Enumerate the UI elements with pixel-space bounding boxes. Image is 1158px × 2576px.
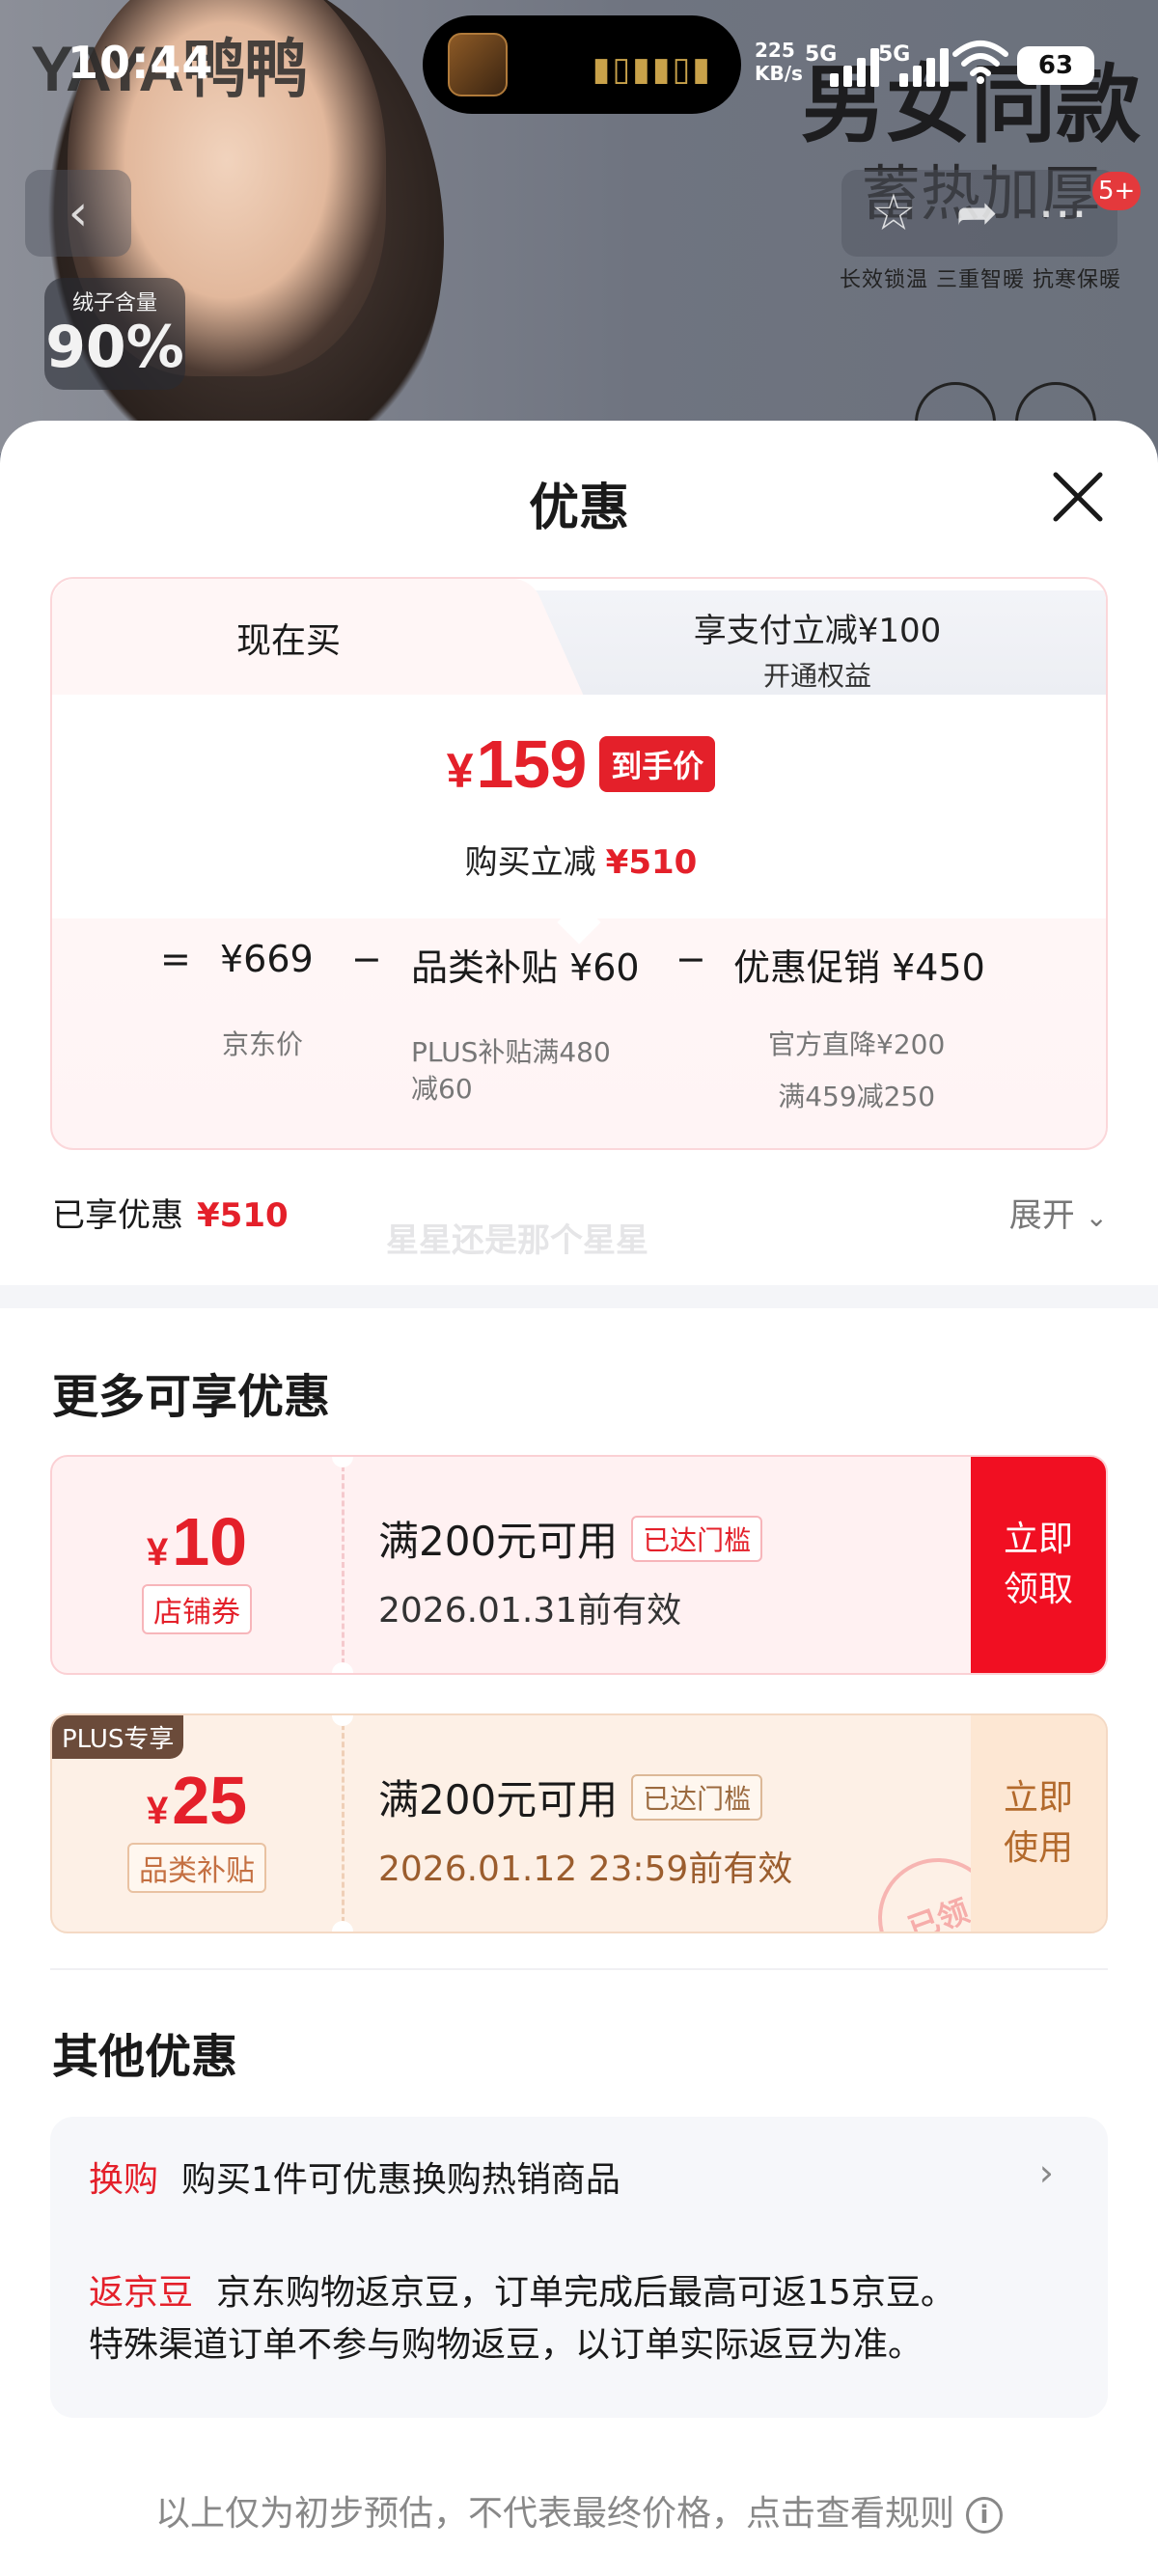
minus-sign: − xyxy=(351,938,382,980)
coupon-validity: 2026.01.31前有效 xyxy=(378,1591,682,1631)
threshold-reached-tag: 已达门槛 xyxy=(631,1773,763,1821)
status-bar: 10:44 ▮▯▮▮▯▮ 225 KB/s 5G 5G 63 xyxy=(0,0,1158,125)
info-icon[interactable]: i xyxy=(966,2497,1003,2534)
coupon-notch xyxy=(332,1921,353,1932)
tab-buy-now[interactable]: 现在买 xyxy=(52,579,525,697)
coupon-amount: ¥25 xyxy=(146,1763,248,1838)
down-content-badge: 绒子含量 90% xyxy=(44,278,185,390)
swap-text: 购买1件可优惠换购热销商品 xyxy=(181,2160,620,2200)
swap-offer-row[interactable]: 换购 购买1件可优惠换购热销商品 › xyxy=(89,2151,1073,2202)
price-calculation: = ¥669 − 品类补贴 ¥60 − 优惠促销 ¥450 京东价 PLUS补贴… xyxy=(52,938,1106,1112)
message-count-badge: 5+ xyxy=(1092,172,1142,210)
minus-sign: − xyxy=(676,938,706,980)
tab-pay-title: 享支付立减¥100 xyxy=(693,612,942,650)
coupon-type: 店铺券 xyxy=(142,1584,252,1634)
more-discounts-title: 更多可享优惠 xyxy=(52,1370,331,1424)
coupon-validity: 2026.01.12 23:59前有效 xyxy=(378,1850,793,1889)
section-divider xyxy=(0,1285,1158,1308)
price-breakdown-card: 享支付立减¥100 开通权益 现在买 ¥159 到手价 购买立减 ¥510 = ¥… xyxy=(50,577,1108,1150)
more-icon[interactable]: ⋯ xyxy=(1037,184,1088,242)
discount-sheet: 优惠 享支付立减¥100 开通权益 现在买 ¥159 到手价 购买立减 ¥510 … xyxy=(0,421,1158,2576)
other-discounts-title: 其他优惠 xyxy=(52,2030,238,2084)
coupon-type: 品类补贴 xyxy=(127,1843,266,1893)
rules-footnote[interactable]: 以上仅为初步预估，不代表最终价格，点击查看规则 i xyxy=(0,2485,1158,2535)
enjoyed-discount: 已享优惠 ¥510 xyxy=(52,1196,289,1235)
swap-tag: 换购 xyxy=(89,2160,159,2200)
wifi-icon xyxy=(952,41,1008,84)
divider xyxy=(50,1968,1108,1970)
sheet-title: 优惠 xyxy=(528,480,629,537)
reduce-summary: 购买立减 ¥510 xyxy=(464,843,698,882)
promotion-note: 官方直降¥200 满459减250 xyxy=(768,1028,946,1112)
coupon-notch xyxy=(332,1662,353,1673)
tab-pay-discount[interactable]: 享支付立减¥100 开通权益 xyxy=(525,590,1106,695)
final-price-row: ¥159 到手价 xyxy=(52,726,1106,803)
other-discounts-card: 换购 购买1件可优惠换购热销商品 › 返京豆 京东购物返京豆，订单完成后最高可返15… xyxy=(50,2117,1108,2418)
status-time: 10:44 xyxy=(68,37,214,89)
category-subsidy-note: PLUS补贴满480 减60 xyxy=(411,1036,611,1105)
use-coupon-button[interactable]: 立即 使用 xyxy=(971,1715,1106,1932)
coupon-amount: ¥10 xyxy=(146,1504,248,1579)
music-cover-icon xyxy=(448,33,508,96)
coupon-condition: 满200元可用 已达门槛 xyxy=(378,1768,763,1826)
star-icon[interactable]: ☆ xyxy=(871,184,917,242)
banner-features: 长效锁温 三重智暖 抗寒保暖 xyxy=(840,268,1121,292)
coupon-card: ¥25 品类补贴 PLUS专享 满200元可用 已达门槛 2026.01.12 … xyxy=(50,1713,1108,1933)
coupon-value: ¥10 店铺券 xyxy=(52,1457,342,1673)
signal-icon xyxy=(899,44,949,87)
coupon-dashed-separator xyxy=(342,1457,345,1673)
promotion-discount: 优惠促销 ¥450 xyxy=(733,946,985,989)
jd-bean-row: 返京豆 京东购物返京豆，订单完成后最高可返15京豆。 特殊渠道订单不参与购物返豆，… xyxy=(89,2273,955,2365)
tab-buy-now-label: 现在买 xyxy=(235,621,341,661)
down-content-value: 90% xyxy=(45,314,184,381)
final-price-tag: 到手价 xyxy=(599,736,716,792)
final-price: ¥159 xyxy=(446,726,588,802)
battery-level: 63 xyxy=(1017,46,1094,85)
final-price-panel: ¥159 到手价 购买立减 ¥510 xyxy=(52,695,1106,918)
close-icon[interactable] xyxy=(1048,467,1108,527)
expand-button[interactable]: 展开 ⌄ xyxy=(1009,1189,1108,1236)
jd-price: ¥669 xyxy=(220,938,314,980)
equals-sign: = xyxy=(160,938,191,980)
plus-exclusive-tag: PLUS专享 xyxy=(52,1715,184,1759)
network-speed: 225 KB/s xyxy=(755,39,803,85)
share-icon[interactable]: ➦ xyxy=(956,184,999,242)
chevron-down-icon: ⌄ xyxy=(1085,1201,1108,1233)
down-content-label: 绒子含量 xyxy=(71,291,157,315)
jd-price-label: 京东价 xyxy=(222,1028,304,1060)
threshold-reached-tag: 已达门槛 xyxy=(631,1515,763,1562)
signal-icon xyxy=(830,44,879,87)
chevron-left-icon: ‹ xyxy=(68,184,89,242)
top-action-group: ☆ ➦ ⋯ xyxy=(841,170,1117,257)
tab-pay-subtitle: 开通权益 xyxy=(762,660,871,692)
coupon-condition: 满200元可用 已达门槛 xyxy=(378,1509,763,1568)
back-button[interactable]: ‹ xyxy=(25,170,131,257)
dynamic-island[interactable]: ▮▯▮▮▯▮ xyxy=(423,15,741,114)
chevron-right-icon: › xyxy=(1038,2151,1054,2194)
category-subsidy: 品类补贴 ¥60 xyxy=(411,946,640,989)
coupon-dashed-separator xyxy=(342,1715,345,1932)
coupon-card: ¥10 店铺券 满200元可用 已达门槛 2026.01.31前有效 立即 领取 xyxy=(50,1455,1108,1675)
bean-tag: 返京豆 xyxy=(89,2273,194,2313)
watermark-text: 星星还是那个星星 xyxy=(386,1221,648,1260)
claim-coupon-button[interactable]: 立即 领取 xyxy=(971,1457,1106,1673)
audio-wave-icon: ▮▯▮▮▯▮ xyxy=(592,50,712,89)
